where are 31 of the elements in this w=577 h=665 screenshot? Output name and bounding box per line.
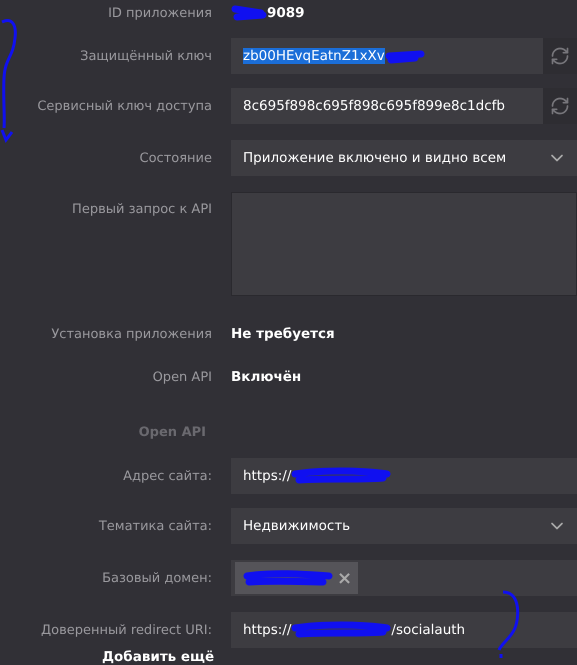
key-field[interactable]: zb00HEvqEatnZ1xXv <box>231 38 543 74</box>
app-id-value: 9089 <box>267 5 305 21</box>
key-value: 8c695f898c695f898c695f899e8c1dcfb <box>243 98 505 114</box>
url-prefix: https:// <box>243 622 292 638</box>
url-field[interactable]: https:// /socialauth <box>231 612 577 648</box>
field-label: Состояние <box>140 150 212 166</box>
field-label: Open API <box>152 370 212 384</box>
section-heading: Open API <box>138 424 206 440</box>
field-label: Защищённый ключ <box>80 48 212 64</box>
url-field[interactable]: https:// <box>231 458 577 494</box>
scribble-drawing <box>231 3 267 23</box>
field-label: ID приложения <box>108 6 212 20</box>
add-more-link[interactable]: Добавить ещё <box>102 649 214 665</box>
field-label: Тематика сайта: <box>98 518 212 534</box>
scribble-drawing <box>384 48 425 64</box>
refresh-icon[interactable] <box>543 88 577 124</box>
key-value: zb00HEvqEatnZ1xXv <box>243 48 385 64</box>
field-label: Адрес сайта: <box>123 468 212 484</box>
field-label: Базовый домен: <box>102 570 212 586</box>
select-field[interactable]: Недвижимость <box>231 508 577 544</box>
url-prefix: https:// <box>243 468 292 484</box>
field-label: Первый запрос к API <box>72 201 212 217</box>
url-suffix: /socialauth <box>391 622 466 638</box>
field-label: Доверенный redirect URI: <box>41 622 212 638</box>
value-text: Включён <box>231 369 302 385</box>
key-field[interactable]: 8c695f898c695f898c695f899e8c1dcfb <box>231 88 543 124</box>
field-label: Установка приложения <box>51 326 212 342</box>
select-field[interactable]: Приложение включено и видно всем <box>231 140 577 176</box>
field-label: Сервисный ключ доступа <box>37 98 212 114</box>
value-text: Не требуется <box>231 326 336 342</box>
refresh-icon[interactable] <box>543 38 577 74</box>
